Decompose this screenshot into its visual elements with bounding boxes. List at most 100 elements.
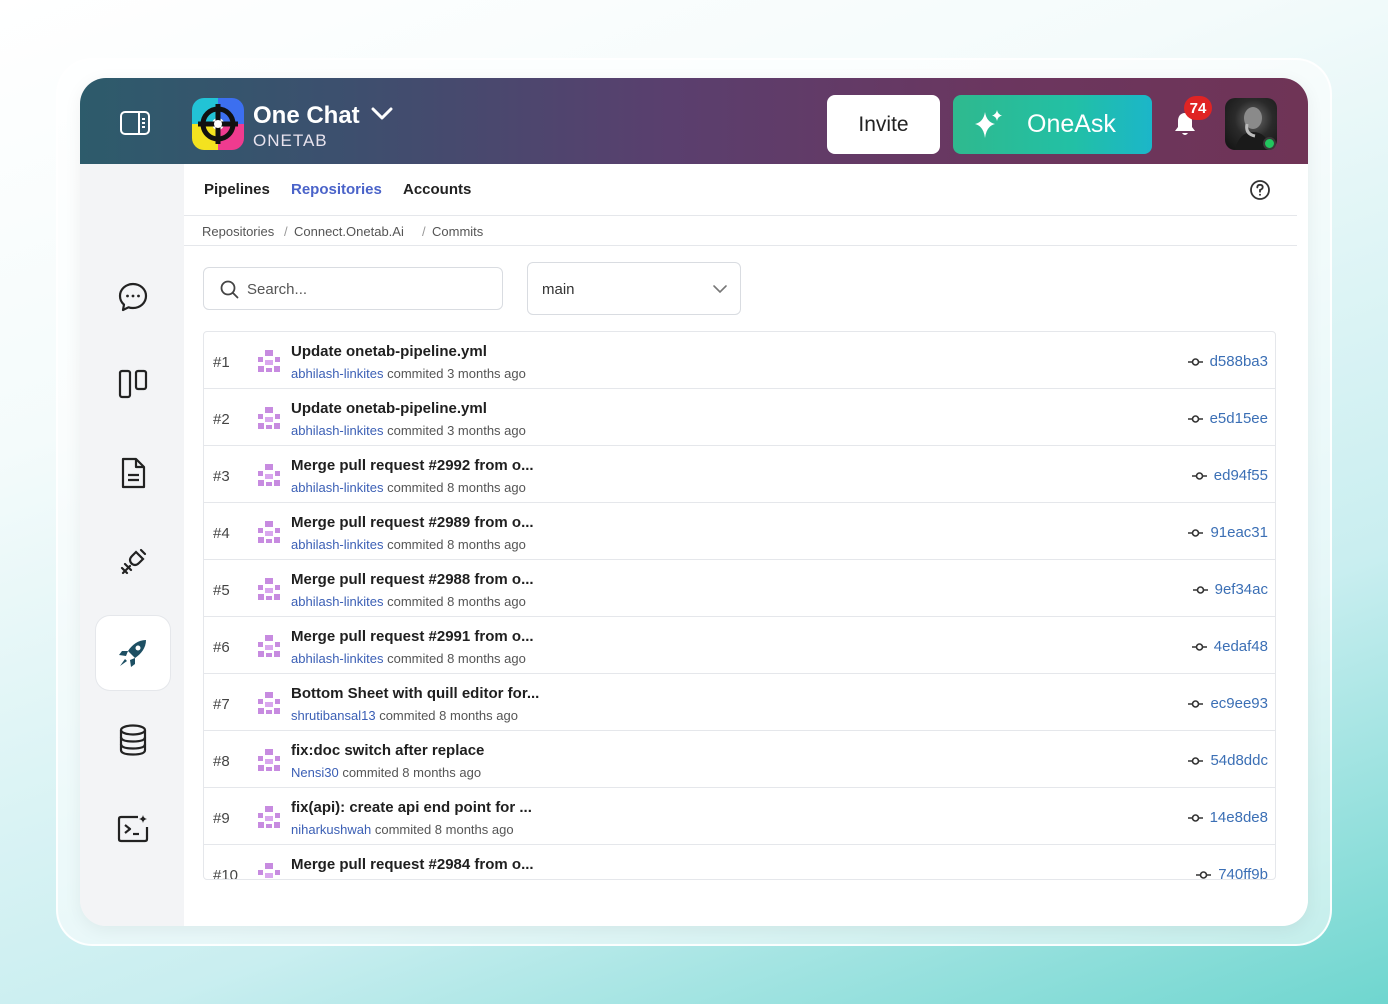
sidebar-item-ai-terminal[interactable] — [96, 792, 170, 866]
commit-time: commited 3 months ago — [387, 366, 526, 381]
commit-number: #10 — [213, 867, 239, 880]
commit-list: #1 Update onetab-pipeline.yml abhilash-l… — [203, 331, 1276, 880]
commit-icon — [1191, 471, 1207, 480]
commit-author[interactable]: abhilash-linkites — [291, 594, 384, 609]
tab-pipelines[interactable]: Pipelines — [204, 181, 270, 198]
commit-author[interactable]: shrutibansal13 — [291, 708, 376, 723]
author-avatar — [256, 804, 282, 830]
branch-select-value: main — [542, 281, 575, 298]
commit-row[interactable]: #1 Update onetab-pipeline.yml abhilash-l… — [204, 332, 1275, 389]
sidebar-toggle-icon[interactable] — [120, 111, 150, 135]
commit-title[interactable]: Merge pull request #2988 from o... — [291, 571, 534, 588]
commit-number: #3 — [213, 468, 230, 485]
commit-sha[interactable]: 91eac31 — [1188, 524, 1268, 541]
commit-icon — [1188, 699, 1204, 708]
sidebar-item-chat[interactable] — [96, 260, 170, 334]
commit-author[interactable]: abhilash-linkites — [291, 651, 384, 666]
sidebar-item-documents[interactable] — [96, 436, 170, 510]
commit-icon — [1188, 528, 1204, 537]
top-bar: One Chat ONETAB Invite OneAsk 74 — [80, 78, 1308, 164]
commit-sha[interactable]: ec9ee93 — [1188, 695, 1268, 712]
plug-icon — [120, 548, 147, 575]
online-status-dot — [1263, 137, 1276, 150]
commit-row[interactable]: #3 Merge pull request #2992 from o... ab… — [204, 446, 1275, 503]
commit-title[interactable]: Merge pull request #2992 from o... — [291, 457, 534, 474]
commit-time: commited 3 months ago — [387, 423, 526, 438]
commit-row[interactable]: #6 Merge pull request #2991 from o... ab… — [204, 617, 1275, 674]
tab-accounts[interactable]: Accounts — [403, 181, 471, 198]
commit-icon — [1191, 642, 1207, 651]
chevron-down-icon — [713, 285, 727, 294]
commit-sha-label: 91eac31 — [1210, 524, 1268, 541]
commit-sha-label: e5d15ee — [1209, 410, 1268, 427]
oneask-label: OneAsk — [1027, 110, 1116, 138]
tab-repositories[interactable]: Repositories — [291, 181, 382, 198]
rocket-icon — [119, 640, 146, 667]
branch-select[interactable]: main — [527, 262, 741, 315]
commit-sha-label: 9ef34ac — [1214, 581, 1268, 598]
author-avatar — [256, 405, 282, 431]
commit-title[interactable]: Update onetab-pipeline.yml — [291, 343, 487, 360]
commit-sha[interactable]: 740ff9b — [1196, 866, 1268, 880]
commit-sha-label: 740ff9b — [1218, 866, 1268, 880]
commit-title[interactable]: Merge pull request #2989 from o... — [291, 514, 534, 531]
author-avatar — [256, 462, 282, 488]
commit-title[interactable]: Merge pull request #2984 from o... — [291, 856, 534, 873]
commit-author[interactable]: abhilash-linkites — [291, 537, 384, 552]
chevron-down-icon[interactable] — [370, 106, 394, 122]
author-avatar — [256, 861, 282, 879]
commit-title[interactable]: Update onetab-pipeline.yml — [291, 400, 487, 417]
commit-sha[interactable]: 14e8de8 — [1187, 809, 1268, 826]
commit-author[interactable]: Nensi30 — [291, 765, 339, 780]
author-avatar — [256, 576, 282, 602]
commit-sha[interactable]: d588ba3 — [1187, 353, 1268, 370]
commit-time: commited 8 months ago — [387, 594, 526, 609]
commit-title[interactable]: Bottom Sheet with quill editor for... — [291, 685, 539, 702]
sidebar-item-settings[interactable] — [96, 910, 170, 926]
commit-time: commited 8 months ago — [379, 708, 518, 723]
invite-button[interactable]: Invite — [827, 95, 940, 154]
search-input[interactable]: Search... — [203, 267, 503, 310]
commit-row[interactable]: #4 Merge pull request #2989 from o... ab… — [204, 503, 1275, 560]
sidebar-item-board[interactable] — [96, 347, 170, 421]
main-content: Pipelines Repositories Accounts Reposito… — [184, 164, 1308, 926]
help-icon[interactable] — [1249, 179, 1271, 201]
oneask-button[interactable]: OneAsk — [953, 95, 1152, 154]
breadcrumb-repositories[interactable]: Repositories — [202, 224, 274, 239]
commit-meta: shrutibansal13 commited 8 months ago — [291, 708, 518, 723]
commit-title[interactable]: Merge pull request #2991 from o... — [291, 628, 534, 645]
commit-sha-label: ec9ee93 — [1210, 695, 1268, 712]
notification-badge: 74 — [1184, 96, 1212, 120]
commit-number: #7 — [213, 696, 230, 713]
commit-row[interactable]: #10 Merge pull request #2984 from o... a… — [204, 845, 1275, 880]
commit-sha[interactable]: 9ef34ac — [1192, 581, 1268, 598]
commit-row[interactable]: #9 fix(api): create api end point for ..… — [204, 788, 1275, 845]
commit-sha[interactable]: 4edaf48 — [1191, 638, 1268, 655]
commit-title[interactable]: fix:doc switch after replace — [291, 742, 484, 759]
commit-author[interactable]: niharkushwah — [291, 822, 371, 837]
commit-row[interactable]: #7 Bottom Sheet with quill editor for...… — [204, 674, 1275, 731]
commit-author[interactable]: abhilash-linkites — [291, 423, 384, 438]
commit-sha[interactable]: e5d15ee — [1187, 410, 1268, 427]
breadcrumb-repo[interactable]: Connect.Onetab.Ai — [294, 224, 404, 239]
commit-title[interactable]: fix(api): create api end point for ... — [291, 799, 532, 816]
sidebar-item-database[interactable] — [96, 703, 170, 777]
sidebar-item-integrations[interactable] — [96, 525, 170, 599]
commit-row[interactable]: #5 Merge pull request #2988 from o... ab… — [204, 560, 1275, 617]
tab-bar: Pipelines Repositories Accounts — [184, 164, 1297, 216]
commit-meta: abhilash-linkites commited 3 months ago — [291, 366, 526, 381]
commit-sha[interactable]: ed94f55 — [1191, 467, 1268, 484]
commit-number: #9 — [213, 810, 230, 827]
commit-sha[interactable]: 54d8ddc — [1188, 752, 1268, 769]
commit-author[interactable]: abhilash-linkites — [291, 879, 384, 880]
commit-number: #1 — [213, 354, 230, 371]
workspace-name[interactable]: One Chat — [253, 102, 360, 130]
commit-icon — [1188, 756, 1204, 765]
commit-author[interactable]: abhilash-linkites — [291, 480, 384, 495]
sidebar-item-deployments[interactable] — [96, 616, 170, 690]
commit-time: commited 8 months ago — [387, 651, 526, 666]
commit-row[interactable]: #8 fix:doc switch after replace Nensi30 … — [204, 731, 1275, 788]
breadcrumb: Repositories / Connect.Onetab.Ai / Commi… — [184, 216, 1297, 246]
commit-row[interactable]: #2 Update onetab-pipeline.yml abhilash-l… — [204, 389, 1275, 446]
commit-author[interactable]: abhilash-linkites — [291, 366, 384, 381]
